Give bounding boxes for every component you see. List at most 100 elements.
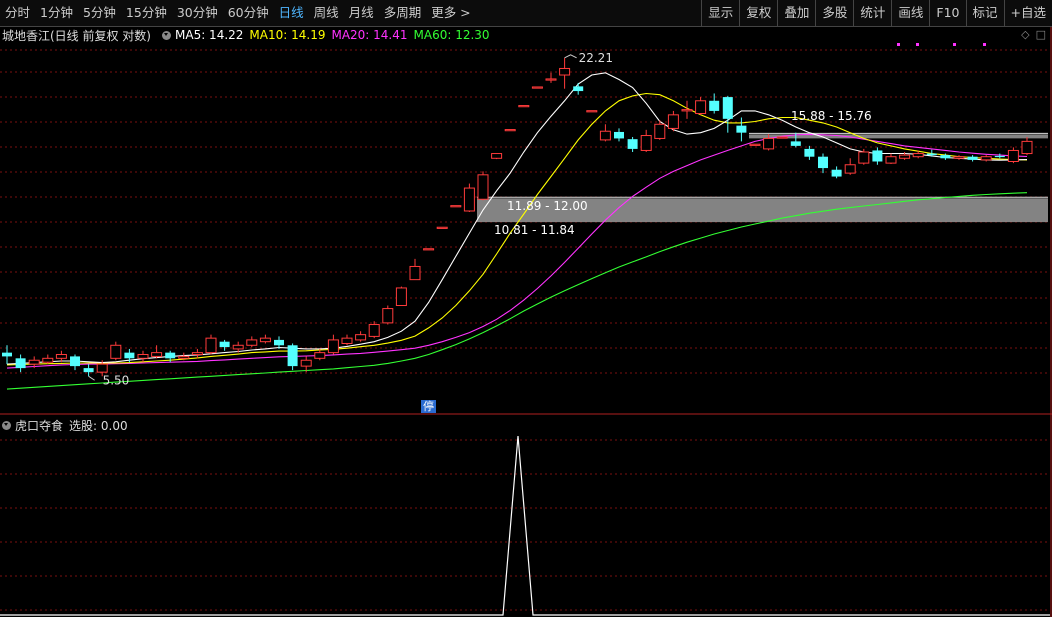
candle-body — [967, 156, 978, 160]
candle-body — [586, 110, 598, 113]
main-legend: 城地香江(日线 前复权 对数) MA5: 14.22 MA10: 14.19 M… — [0, 27, 496, 43]
candle-body — [818, 156, 828, 169]
candle-body — [926, 153, 937, 156]
tool-button[interactable]: 叠加 — [777, 0, 815, 26]
tool-buttons: 显示 复权 叠加 多股 统计 画线 F10 标记 +自选 — [701, 0, 1052, 26]
zone-lower-label: 10.81 - 11.84 — [494, 223, 575, 237]
candle-body — [654, 123, 666, 139]
candle-body — [899, 154, 911, 159]
candle-body — [776, 136, 788, 139]
signal-line — [0, 435, 1050, 616]
candle-body — [790, 141, 801, 146]
candle-body — [844, 164, 856, 174]
tool-button[interactable]: F10 — [929, 0, 965, 26]
candle-body — [246, 339, 258, 346]
candle-body — [695, 100, 707, 115]
candle-body — [110, 344, 122, 359]
period-tab[interactable]: 月线 — [344, 0, 379, 26]
candle-body — [518, 105, 530, 108]
candle-body — [1021, 140, 1033, 155]
period-tab[interactable]: 周线 — [309, 0, 344, 26]
candle-body — [259, 337, 271, 343]
period-tab[interactable]: 多周期 — [379, 0, 427, 26]
high-price-label: 22.21 — [579, 51, 613, 65]
candle-body — [151, 352, 163, 357]
candle-body — [70, 356, 80, 367]
indicator-menu-icon[interactable] — [162, 30, 171, 40]
period-tab[interactable]: 5分钟 — [78, 0, 121, 26]
period-tab[interactable]: 日线 — [274, 0, 309, 26]
candle-body — [55, 354, 67, 359]
signal-dot — [983, 43, 986, 46]
candle-body — [368, 324, 380, 337]
signal-dot — [897, 43, 900, 46]
candle-body — [722, 97, 733, 119]
panel-close-icon[interactable]: □ — [1036, 28, 1046, 41]
tool-button[interactable]: 画线 — [891, 0, 929, 26]
period-tab[interactable]: 1分钟 — [35, 0, 78, 26]
candle-body — [667, 114, 679, 129]
candle-body — [709, 100, 720, 111]
sub-legend: 虎口夺食 选股: 0.00 — [0, 417, 128, 433]
candle-body — [940, 155, 951, 159]
candle-body — [327, 339, 339, 354]
candle-body — [165, 352, 176, 359]
ma20-label: MA20: 14.41 — [331, 28, 408, 42]
candle-body — [15, 358, 26, 369]
candle-body — [614, 131, 624, 139]
candle-body — [191, 352, 203, 356]
candle-body — [42, 357, 54, 363]
tool-button[interactable]: 显示 — [701, 0, 739, 26]
candle-body — [178, 355, 190, 359]
tool-button[interactable]: 复权 — [739, 0, 777, 26]
tool-button[interactable]: 统计 — [853, 0, 891, 26]
high-marker — [564, 54, 577, 59]
candle-body — [355, 334, 367, 341]
candle-body — [953, 156, 965, 159]
candle-body — [627, 139, 638, 149]
indicator-title: 虎口夺食 — [15, 418, 64, 433]
candle-body — [545, 78, 557, 81]
panel-icons: ◇ □ — [1021, 28, 1046, 41]
candle-body — [341, 337, 353, 344]
candle-body — [912, 153, 924, 158]
period-tab[interactable]: 60分钟 — [223, 0, 274, 26]
candle-body — [763, 137, 775, 150]
candle-body — [463, 187, 475, 212]
candle-body — [736, 125, 747, 133]
candle-body — [450, 205, 462, 208]
zone-mid-label: 11.89 - 12.00 — [507, 199, 588, 213]
low-price-label: 5.50 — [103, 373, 130, 387]
chart-canvas[interactable]: 22.21 5.50 15.88 - 15.76 11.89 - 12.00 10.81… — [0, 0, 1052, 617]
candle-body — [83, 368, 94, 373]
candle-body — [124, 352, 135, 359]
indicator-menu-icon[interactable] — [2, 420, 11, 430]
candle-body — [409, 265, 421, 281]
candle-body — [749, 143, 761, 146]
candle-body — [274, 339, 284, 346]
period-tab[interactable]: 15分钟 — [121, 0, 172, 26]
low-marker — [88, 375, 95, 381]
candle-body — [137, 354, 149, 359]
candle-body — [559, 67, 571, 76]
period-toolbar: 分时 1分钟 5分钟 15分钟 30分钟 60分钟 日线 周线 月线 多周期 更多 > 显示 复权 叠加… — [0, 0, 1052, 27]
candle-body — [2, 352, 12, 357]
tool-button[interactable]: +自选 — [1003, 0, 1052, 26]
candle-body — [300, 359, 312, 367]
ma60-label: MA60: 12.30 — [413, 28, 490, 42]
signal-dot — [916, 43, 919, 46]
period-tab[interactable]: 30分钟 — [172, 0, 223, 26]
candle-body — [872, 150, 883, 162]
period-tab[interactable]: 分时 — [0, 0, 35, 26]
candle-body — [681, 109, 693, 112]
candle-body — [382, 308, 394, 324]
tool-button[interactable]: 标记 — [965, 0, 1004, 26]
signal-dot — [953, 43, 956, 46]
candle-body — [423, 248, 435, 251]
candle-body — [980, 156, 992, 161]
candle-body — [531, 86, 543, 89]
diamond-icon[interactable]: ◇ — [1021, 28, 1029, 41]
trading-halt-badge: 停 — [421, 400, 436, 413]
tool-button[interactable]: 多股 — [815, 0, 853, 26]
period-tab[interactable]: 更多 > — [426, 0, 475, 26]
